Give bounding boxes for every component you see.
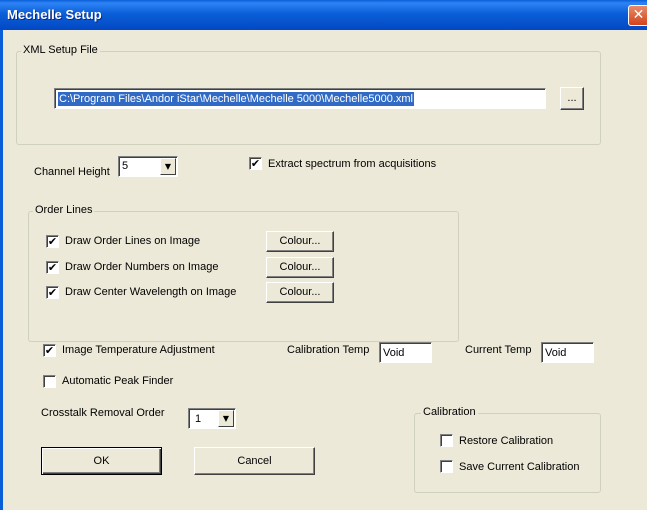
extract-label: Extract spectrum from acquisitions [268,158,437,170]
xml-path-value: C:\Program Files\Andor iStar\Mechelle\Me… [58,92,414,106]
browse-button[interactable]: ... [560,87,584,110]
channel-height-select[interactable]: 5 ▼ [118,156,178,177]
calibration-temp-label: Calibration Temp [287,344,370,356]
calibration-group-label: Calibration [421,406,478,418]
crosstalk-label: Crosstalk Removal Order [41,407,165,419]
draw-center-wavelength-label: Draw Center Wavelength on Image [65,286,237,298]
calibration-group: Calibration Restore Calibration Save Cur… [414,406,601,493]
calibration-temp-value: Void [383,347,405,359]
draw-order-numbers-checkbox[interactable]: ✔ [46,261,59,274]
peak-finder-label: Automatic Peak Finder [62,375,174,387]
draw-order-lines-label: Draw Order Lines on Image [65,235,201,247]
extract-checkbox[interactable]: ✔ [249,157,262,170]
dialog-body: XML Setup File C:\Program Files\Andor iS… [0,30,647,510]
channel-height-label: Channel Height [34,166,110,178]
chevron-down-icon[interactable]: ▼ [218,410,234,427]
draw-center-wavelength-colour-button[interactable]: Colour... [266,282,334,303]
draw-order-numbers-colour-button[interactable]: Colour... [266,257,334,278]
temp-adjust-checkbox[interactable]: ✔ [43,344,56,357]
channel-height-value: 5 [122,160,129,172]
xml-path-input[interactable]: C:\Program Files\Andor iStar\Mechelle\Me… [54,88,546,109]
title-bar[interactable]: Mechelle Setup ✕ [0,0,647,30]
restore-calibration-checkbox[interactable] [440,434,453,447]
peak-finder-checkbox[interactable] [43,375,56,388]
current-temp-input[interactable]: Void [541,342,594,363]
draw-order-lines-checkbox[interactable]: ✔ [46,235,59,248]
current-temp-label: Current Temp [465,344,532,356]
temp-adjust-label: Image Temperature Adjustment [62,344,215,356]
crosstalk-select[interactable]: 1 ▼ [188,408,236,429]
ok-button[interactable]: OK [41,447,162,475]
xml-setup-group-label: XML Setup File [21,44,100,56]
current-temp-value: Void [545,347,567,359]
chevron-down-icon[interactable]: ▼ [160,158,176,175]
restore-calibration-label: Restore Calibration [459,435,554,447]
draw-center-wavelength-checkbox[interactable]: ✔ [46,286,59,299]
order-lines-group-label: Order Lines [33,204,95,216]
save-calibration-label: Save Current Calibration [459,461,580,473]
window-title: Mechelle Setup [7,7,102,22]
cancel-button[interactable]: Cancel [194,447,315,475]
crosstalk-value: 1 [195,413,202,425]
order-lines-group: Order Lines ✔ Draw Order Lines on Image … [28,204,459,342]
close-icon[interactable]: ✕ [628,5,647,26]
xml-setup-group: XML Setup File C:\Program Files\Andor iS… [16,44,601,145]
calibration-temp-input[interactable]: Void [379,342,432,363]
draw-order-lines-colour-button[interactable]: Colour... [266,231,334,252]
save-calibration-checkbox[interactable] [440,460,453,473]
draw-order-numbers-label: Draw Order Numbers on Image [65,261,219,273]
